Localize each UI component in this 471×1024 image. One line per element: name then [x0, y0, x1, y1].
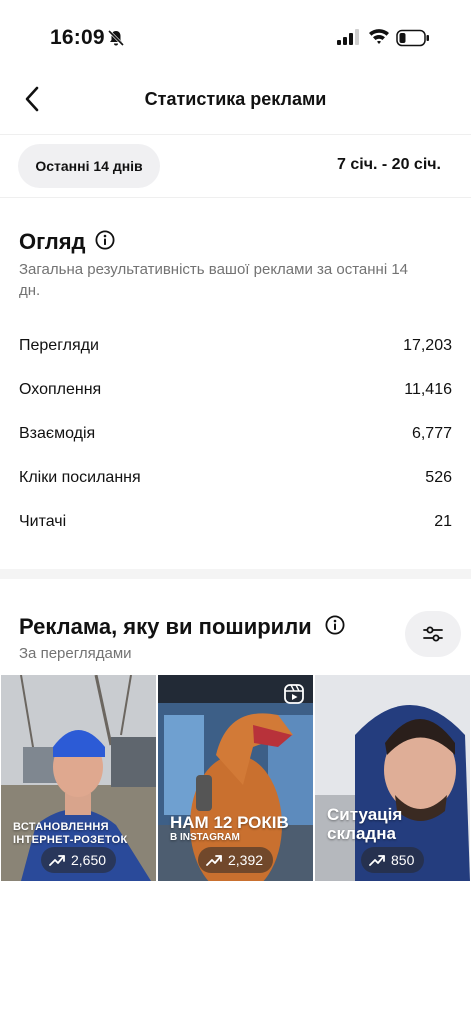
metric-label: Взаємодія	[19, 425, 96, 442]
metric-row-followers: Читачі 21	[19, 513, 452, 537]
reels-icon	[284, 684, 304, 704]
metric-label: Перегляди	[19, 337, 99, 354]
ad-caption: Ситуація складна	[327, 805, 403, 843]
metric-row-link-clicks: Кліки посилання 526	[19, 469, 452, 493]
overview-title: Огляд	[19, 229, 86, 254]
cellular-signal-icon	[337, 29, 359, 45]
metric-value: 6,777	[411, 425, 452, 442]
views-badge: 2,650	[41, 847, 117, 873]
ad-caption: встановлення інтернет-розеток	[13, 821, 128, 846]
trending-up-icon	[369, 855, 385, 866]
metric-value: 11,416	[404, 381, 452, 398]
divider	[0, 197, 471, 198]
boosted-ads-subtitle: За переглядами	[19, 645, 132, 662]
boosted-ad-card[interactable]: встановлення інтернет-розеток 2,650	[1, 675, 156, 881]
date-range-text: 7 січ. - 20 січ.	[337, 156, 441, 173]
section-divider	[0, 569, 471, 579]
status-time: 16:09	[50, 26, 105, 49]
views-badge: 2,392	[198, 847, 274, 873]
info-icon[interactable]	[325, 615, 345, 635]
metric-label: Охоплення	[19, 381, 102, 398]
metric-value: 21	[434, 513, 452, 530]
metric-row-reach: Охоплення 11,416	[19, 381, 452, 405]
overview-subtitle: Загальна результативність вашої реклами …	[19, 261, 409, 299]
boosted-ad-card[interactable]: Ситуація складна 850	[315, 675, 470, 881]
date-range-chip[interactable]: Останні 14 днів	[18, 144, 160, 188]
metric-value: 526	[425, 469, 452, 486]
sliders-icon	[423, 626, 443, 642]
metric-label: Читачі	[19, 513, 67, 530]
metric-label: Кліки посилання	[19, 469, 141, 486]
nav-bar: Статистика реклами	[0, 72, 471, 128]
ad-caption: Нам 12 років в Instagram	[170, 813, 289, 844]
trending-up-icon	[206, 855, 222, 866]
status-bar: 16:09	[0, 0, 471, 72]
page-title: Статистика реклами	[144, 89, 327, 109]
info-icon[interactable]	[95, 230, 115, 250]
boosted-ads-title: Реклама, яку ви поширили	[19, 614, 312, 639]
divider	[0, 134, 471, 135]
trending-up-icon	[49, 855, 65, 866]
battery-icon	[396, 29, 429, 47]
metric-value: 17,203	[403, 337, 452, 354]
views-badge: 850	[361, 847, 425, 873]
wifi-icon	[369, 29, 389, 44]
metric-row-views: Перегляди 17,203	[19, 337, 452, 361]
boosted-ad-card[interactable]: Нам 12 років в Instagram 2,392	[158, 675, 313, 881]
filter-button[interactable]	[405, 611, 461, 657]
metric-row-engagement: Взаємодія 6,777	[19, 425, 452, 449]
bell-muted-icon	[107, 29, 125, 47]
